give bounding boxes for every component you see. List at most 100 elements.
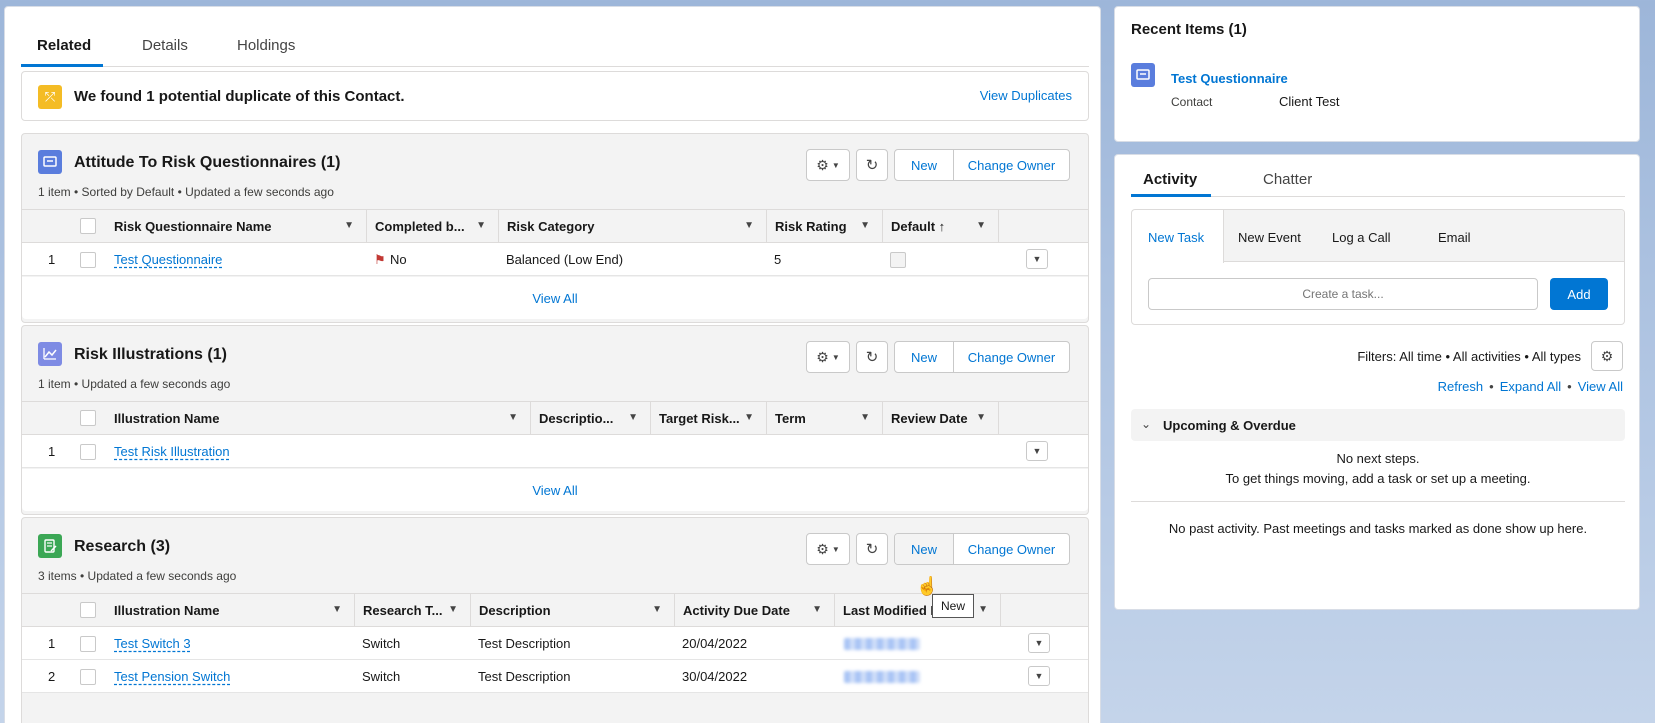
col-risk-rating[interactable]: Risk Rating ▼ bbox=[766, 210, 882, 243]
col-default[interactable]: Default ↑ ▼ bbox=[882, 210, 998, 243]
change-owner-button[interactable]: Change Owner bbox=[953, 534, 1069, 564]
col-target-risk[interactable]: Target Risk... ▼ bbox=[650, 402, 766, 435]
row-checkbox[interactable] bbox=[80, 252, 96, 268]
add-task-button[interactable]: Add bbox=[1550, 278, 1608, 310]
list-settings-button[interactable]: ⚙ ▼ bbox=[806, 149, 850, 181]
new-button[interactable]: New bbox=[895, 534, 953, 564]
col-description[interactable]: Description ▼ bbox=[470, 594, 674, 627]
new-button[interactable]: New bbox=[895, 150, 953, 180]
col-illustration-name[interactable]: Illustration Name ▼ bbox=[106, 594, 354, 627]
refresh-button[interactable]: ↻ bbox=[856, 149, 888, 181]
subtab-email[interactable]: Email bbox=[1438, 230, 1471, 245]
subtab-new-task[interactable]: New Task bbox=[1148, 230, 1204, 245]
list-settings-button[interactable]: ⚙ ▼ bbox=[806, 533, 850, 565]
row-action-menu[interactable]: ▼ bbox=[1026, 249, 1048, 269]
select-all-checkbox[interactable] bbox=[80, 410, 96, 426]
tab-details[interactable]: Details bbox=[142, 37, 188, 54]
gear-icon: ⚙ bbox=[816, 540, 829, 557]
create-task-input[interactable] bbox=[1148, 278, 1538, 310]
gear-icon: ⚙ bbox=[816, 156, 829, 173]
chevron-down-icon: ▼ bbox=[860, 412, 870, 423]
description-value: Test Description bbox=[478, 636, 571, 651]
hand-cursor-icon: ☝ bbox=[916, 576, 939, 596]
subtab-new-event[interactable]: New Event bbox=[1238, 230, 1301, 245]
row-number: 1 bbox=[48, 444, 56, 459]
questionnaire-link[interactable]: Test Questionnaire bbox=[114, 252, 222, 267]
research-link[interactable]: Test Switch 3 bbox=[114, 636, 191, 651]
duplicate-message: We found 1 potential duplicate of this C… bbox=[74, 88, 405, 105]
view-duplicates-link[interactable]: View Duplicates bbox=[980, 88, 1072, 103]
table-row: 1 Test Questionnaire ⚑ No Balanced (Low … bbox=[22, 243, 1088, 276]
research-note-icon bbox=[38, 534, 62, 558]
chevron-down-icon: ▼ bbox=[344, 220, 354, 231]
row-checkbox[interactable] bbox=[80, 669, 96, 685]
divider bbox=[1131, 501, 1625, 502]
col-illustration-name[interactable]: Illustration Name ▼ bbox=[106, 402, 530, 435]
upcoming-overdue-section[interactable]: ⌄ Upcoming & Overdue bbox=[1131, 409, 1625, 441]
chevron-down-icon: ▼ bbox=[476, 220, 486, 231]
chevron-down-icon: ⌄ bbox=[1141, 417, 1152, 431]
col-description[interactable]: Descriptio... ▼ bbox=[530, 402, 650, 435]
view-all-link[interactable]: View All bbox=[22, 277, 1088, 319]
col-term[interactable]: Term ▼ bbox=[766, 402, 882, 435]
refresh-link[interactable]: Refresh bbox=[1438, 379, 1484, 394]
col-research-type[interactable]: Research T... ▼ bbox=[354, 594, 470, 627]
table-row: 1 Test Risk Illustration ▼ bbox=[22, 435, 1088, 468]
subtab-log-call[interactable]: Log a Call bbox=[1332, 230, 1391, 245]
refresh-button[interactable]: ↻ bbox=[856, 533, 888, 565]
col-review-date[interactable]: Review Date ▼ bbox=[882, 402, 998, 435]
chevron-down-icon: ▼ bbox=[628, 412, 638, 423]
recent-items-title: Recent Items (1) bbox=[1131, 21, 1247, 38]
chevron-down-icon: ▼ bbox=[831, 352, 840, 362]
refresh-button[interactable]: ↻ bbox=[856, 341, 888, 373]
row-action-menu[interactable]: ▼ bbox=[1028, 633, 1050, 653]
select-all-checkbox[interactable] bbox=[80, 218, 96, 234]
expand-all-link[interactable]: Expand All bbox=[1500, 379, 1561, 394]
activity-composer: New Task New Event Log a Call Email Add bbox=[1131, 209, 1625, 325]
chevron-down-icon: ▼ bbox=[812, 604, 822, 615]
tab-holdings[interactable]: Holdings bbox=[237, 37, 295, 54]
view-all-link[interactable]: View All bbox=[22, 469, 1088, 511]
new-button-tooltip: New bbox=[932, 594, 975, 618]
row-number: 1 bbox=[48, 636, 56, 651]
illustration-link[interactable]: Test Risk Illustration bbox=[114, 444, 230, 459]
illustrations-related-list: Risk Illustrations (1) 1 item • Updated … bbox=[21, 325, 1089, 515]
research-link[interactable]: Test Pension Switch bbox=[114, 669, 230, 684]
new-button[interactable]: New bbox=[895, 342, 953, 372]
activity-filters: Filters: All time • All activities • All… bbox=[1357, 349, 1581, 364]
type-value: Switch bbox=[362, 636, 401, 651]
atr-related-list: Attitude To Risk Questionnaires (1) 1 it… bbox=[21, 133, 1089, 323]
col-last-modified-by[interactable]: Last Modified By ▼ bbox=[834, 594, 1000, 627]
research-subtitle: 3 items • Updated a few seconds ago bbox=[38, 569, 237, 583]
questionnaire-icon bbox=[38, 150, 62, 174]
row-number: 1 bbox=[48, 252, 56, 267]
row-checkbox[interactable] bbox=[80, 444, 96, 460]
tab-chatter[interactable]: Chatter bbox=[1263, 171, 1312, 188]
tab-activity[interactable]: Activity bbox=[1143, 171, 1197, 188]
view-all-link[interactable]: View All bbox=[1578, 379, 1623, 394]
row-checkbox[interactable] bbox=[80, 636, 96, 652]
active-tab-indicator bbox=[21, 64, 103, 67]
recent-field-label: Contact bbox=[1171, 95, 1213, 109]
default-checkbox bbox=[890, 252, 906, 268]
due-date-value: 30/04/2022 bbox=[682, 669, 748, 684]
record-tabs: Related Details Holdings bbox=[21, 25, 1089, 67]
col-actions bbox=[1000, 594, 1088, 627]
change-owner-button[interactable]: Change Owner bbox=[953, 342, 1069, 372]
chart-line-icon bbox=[38, 342, 62, 366]
list-settings-button[interactable]: ⚙ ▼ bbox=[806, 341, 850, 373]
col-activity-due-date[interactable]: Activity Due Date ▼ bbox=[674, 594, 834, 627]
recent-item-link[interactable]: Test Questionnaire bbox=[1171, 71, 1288, 86]
row-action-menu[interactable]: ▼ bbox=[1026, 441, 1048, 461]
col-risk-category[interactable]: Risk Category ▼ bbox=[498, 210, 766, 243]
filter-settings-button[interactable]: ⚙ bbox=[1591, 341, 1623, 371]
atr-subtitle: 1 item • Sorted by Default • Updated a f… bbox=[38, 185, 334, 199]
questionnaire-icon bbox=[1131, 63, 1155, 87]
description-value: Test Description bbox=[478, 669, 571, 684]
col-completed-by[interactable]: Completed b... ▼ bbox=[366, 210, 498, 243]
select-all-checkbox[interactable] bbox=[80, 602, 96, 618]
tab-related[interactable]: Related bbox=[37, 37, 91, 54]
change-owner-button[interactable]: Change Owner bbox=[953, 150, 1069, 180]
row-action-menu[interactable]: ▼ bbox=[1028, 666, 1050, 686]
col-risk-questionnaire-name[interactable]: Risk Questionnaire Name ▼ bbox=[106, 210, 366, 243]
